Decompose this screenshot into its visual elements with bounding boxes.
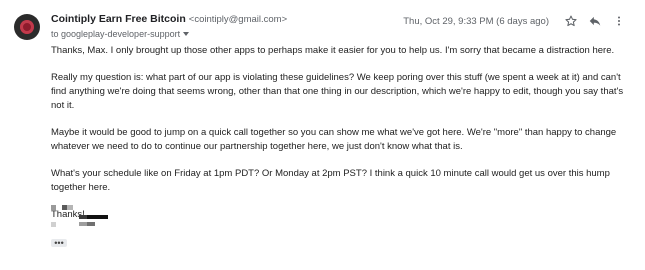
recipient-text: to googleplay-developer-support (51, 29, 181, 39)
sender-line: Cointiply Earn Free Bitcoin <cointiply@gm… (51, 12, 287, 27)
sender-avatar[interactable] (14, 14, 40, 40)
message-date: Thu, Oct 29, 9:33 PM (6 days ago) (403, 15, 549, 27)
reply-icon (589, 16, 601, 26)
reply-button[interactable] (583, 11, 607, 31)
sender-email: <cointiply@gmail.com> (188, 14, 288, 25)
message-body: Thanks, Max. I only brought up those oth… (51, 44, 631, 235)
star-icon (565, 15, 577, 27)
body-paragraph: Maybe it would be good to jump on a quic… (51, 127, 617, 152)
star-button[interactable] (559, 11, 583, 31)
body-paragraph: What's your schedule like on Friday at 1… (51, 168, 610, 193)
body-paragraph: Thanks, Max. I only brought up those oth… (51, 45, 615, 56)
body-paragraph: Really my question is: what part of our … (51, 72, 624, 111)
closing-text: Thanks! (51, 209, 85, 220)
more-vert-icon (618, 16, 620, 26)
caret-down-icon[interactable] (183, 32, 190, 36)
more-options-button[interactable] (607, 11, 631, 31)
sender-name[interactable]: Cointiply Earn Free Bitcoin (51, 13, 186, 25)
message-meta: Thu, Oct 29, 9:33 PM (6 days ago) (403, 11, 631, 31)
show-trimmed-content-button[interactable]: ••• (51, 239, 67, 248)
avatar-logo (20, 20, 34, 34)
recipient-line[interactable]: to googleplay-developer-support (51, 28, 190, 40)
redacted-signature (51, 205, 131, 235)
